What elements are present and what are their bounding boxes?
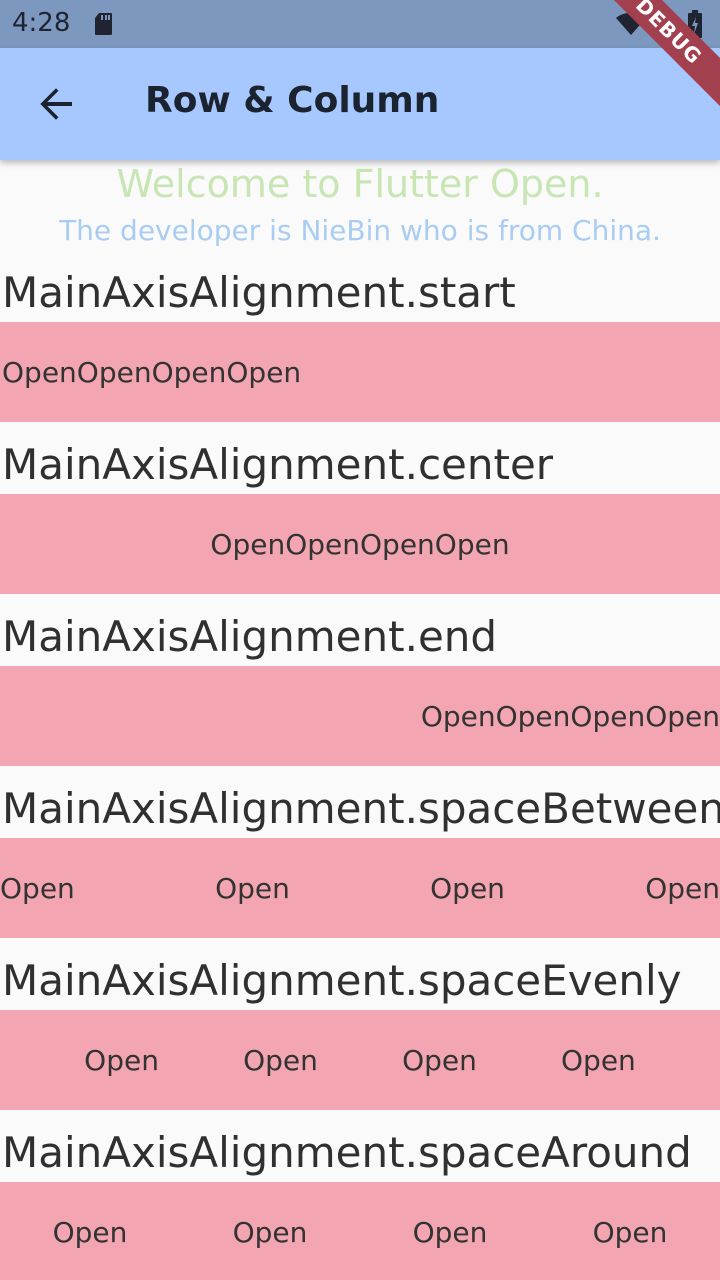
app-bar: Row & Column [0, 48, 720, 160]
row-item: Open [52, 1215, 128, 1249]
row-start: Open Open Open Open [0, 322, 720, 422]
row-item: Open [84, 1043, 159, 1077]
row-item: Open [412, 1215, 488, 1249]
welcome-text: Welcome to Flutter Open. [116, 162, 604, 206]
row-item: Open [151, 355, 227, 389]
row-item: Open [285, 527, 360, 561]
section-title-center: MainAxisAlignment.center [2, 440, 554, 489]
row-end: Open Open Open Open [0, 666, 720, 766]
row-item: Open [645, 871, 720, 905]
row-space-between: Open Open Open Open [0, 838, 720, 938]
back-button[interactable] [24, 76, 88, 132]
row-item: Open [232, 1215, 308, 1249]
row-item: Open [592, 1215, 668, 1249]
arrow-back-icon [40, 88, 72, 120]
row-item: Open [645, 699, 720, 733]
row-item: Open [2, 355, 77, 389]
row-item: Open [402, 1043, 477, 1077]
row-item: Open [226, 355, 302, 389]
section-title-end: MainAxisAlignment.end [2, 612, 498, 661]
developer-text: The developer is NieBin who is from Chin… [59, 214, 661, 247]
section-title-space-between: MainAxisAlignment.spaceBetween [2, 784, 720, 833]
row-space-evenly: Open Open Open Open [0, 1010, 720, 1110]
section-title-start: MainAxisAlignment.start [2, 268, 516, 317]
row-item: Open [210, 527, 286, 561]
row-item: Open [570, 699, 646, 733]
row-item: Open [434, 527, 510, 561]
row-item: Open [0, 871, 75, 905]
main-content[interactable]: Welcome to Flutter Open. The developer i… [0, 160, 720, 1280]
row-item: Open [215, 871, 290, 905]
page-title: Row & Column [145, 80, 440, 121]
section-title-space-evenly: MainAxisAlignment.spaceEvenly [2, 956, 682, 1005]
sd-card-icon [95, 13, 112, 35]
status-time: 4:28 [12, 8, 71, 38]
row-center: Open Open Open Open [0, 494, 720, 594]
row-space-around: Open Open Open Open [0, 1182, 720, 1280]
row-item: Open [495, 699, 571, 733]
row-item: Open [430, 871, 505, 905]
row-item: Open [420, 699, 496, 733]
row-item: Open [76, 355, 152, 389]
row-item: Open [360, 527, 435, 561]
row-item: Open [243, 1043, 318, 1077]
row-item: Open [561, 1043, 636, 1077]
status-bar: 4:28 [0, 0, 720, 48]
section-title-space-around: MainAxisAlignment.spaceAround [2, 1128, 692, 1177]
